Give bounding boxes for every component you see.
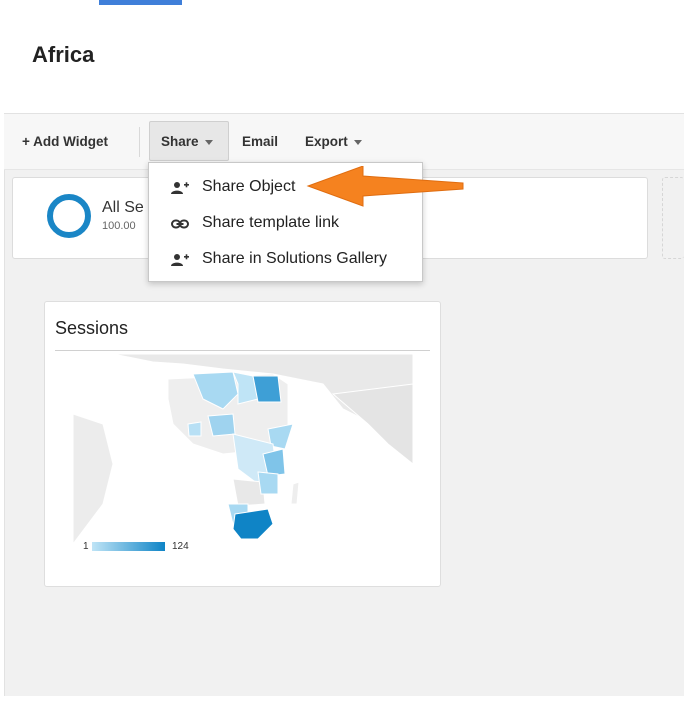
menu-item-share-template-link[interactable]: Share template link — [149, 207, 424, 241]
menu-item-label: Share in Solutions Gallery — [202, 250, 387, 267]
share-button[interactable]: Share — [161, 134, 213, 149]
page-header: Africa — [4, 6, 684, 114]
menu-item-label: Share Object — [202, 178, 296, 195]
toolbar-divider — [139, 127, 140, 157]
add-segment-placeholder[interactable] — [662, 177, 684, 259]
export-button[interactable]: Export — [305, 134, 362, 149]
widget-title: Sessions — [55, 318, 129, 338]
chevron-down-icon — [353, 139, 362, 145]
widget-divider — [55, 350, 430, 351]
link-icon — [171, 219, 189, 229]
legend-gradient-bar — [92, 542, 165, 551]
segment-name[interactable]: All Se — [102, 199, 144, 217]
segment-percent: 100.00 — [102, 220, 136, 232]
add-person-icon — [171, 254, 189, 266]
africa-sessions-map[interactable] — [73, 354, 413, 554]
email-button[interactable]: Email — [242, 134, 278, 149]
callout-arrow — [306, 166, 464, 207]
active-tab-indicator — [99, 0, 182, 5]
legend-min-value: 1 — [83, 541, 89, 552]
menu-item-label: Share template link — [202, 214, 339, 231]
chevron-down-icon — [204, 139, 213, 145]
add-widget-button[interactable]: + Add Widget — [22, 134, 108, 149]
share-label: Share — [161, 134, 199, 149]
add-person-icon — [171, 182, 189, 194]
menu-item-share-solutions-gallery[interactable]: Share in Solutions Gallery — [149, 243, 424, 277]
segment-ring-icon — [47, 194, 91, 238]
page-title: Africa — [32, 42, 95, 67]
legend-max-value: 124 — [172, 541, 189, 552]
export-label: Export — [305, 134, 348, 149]
